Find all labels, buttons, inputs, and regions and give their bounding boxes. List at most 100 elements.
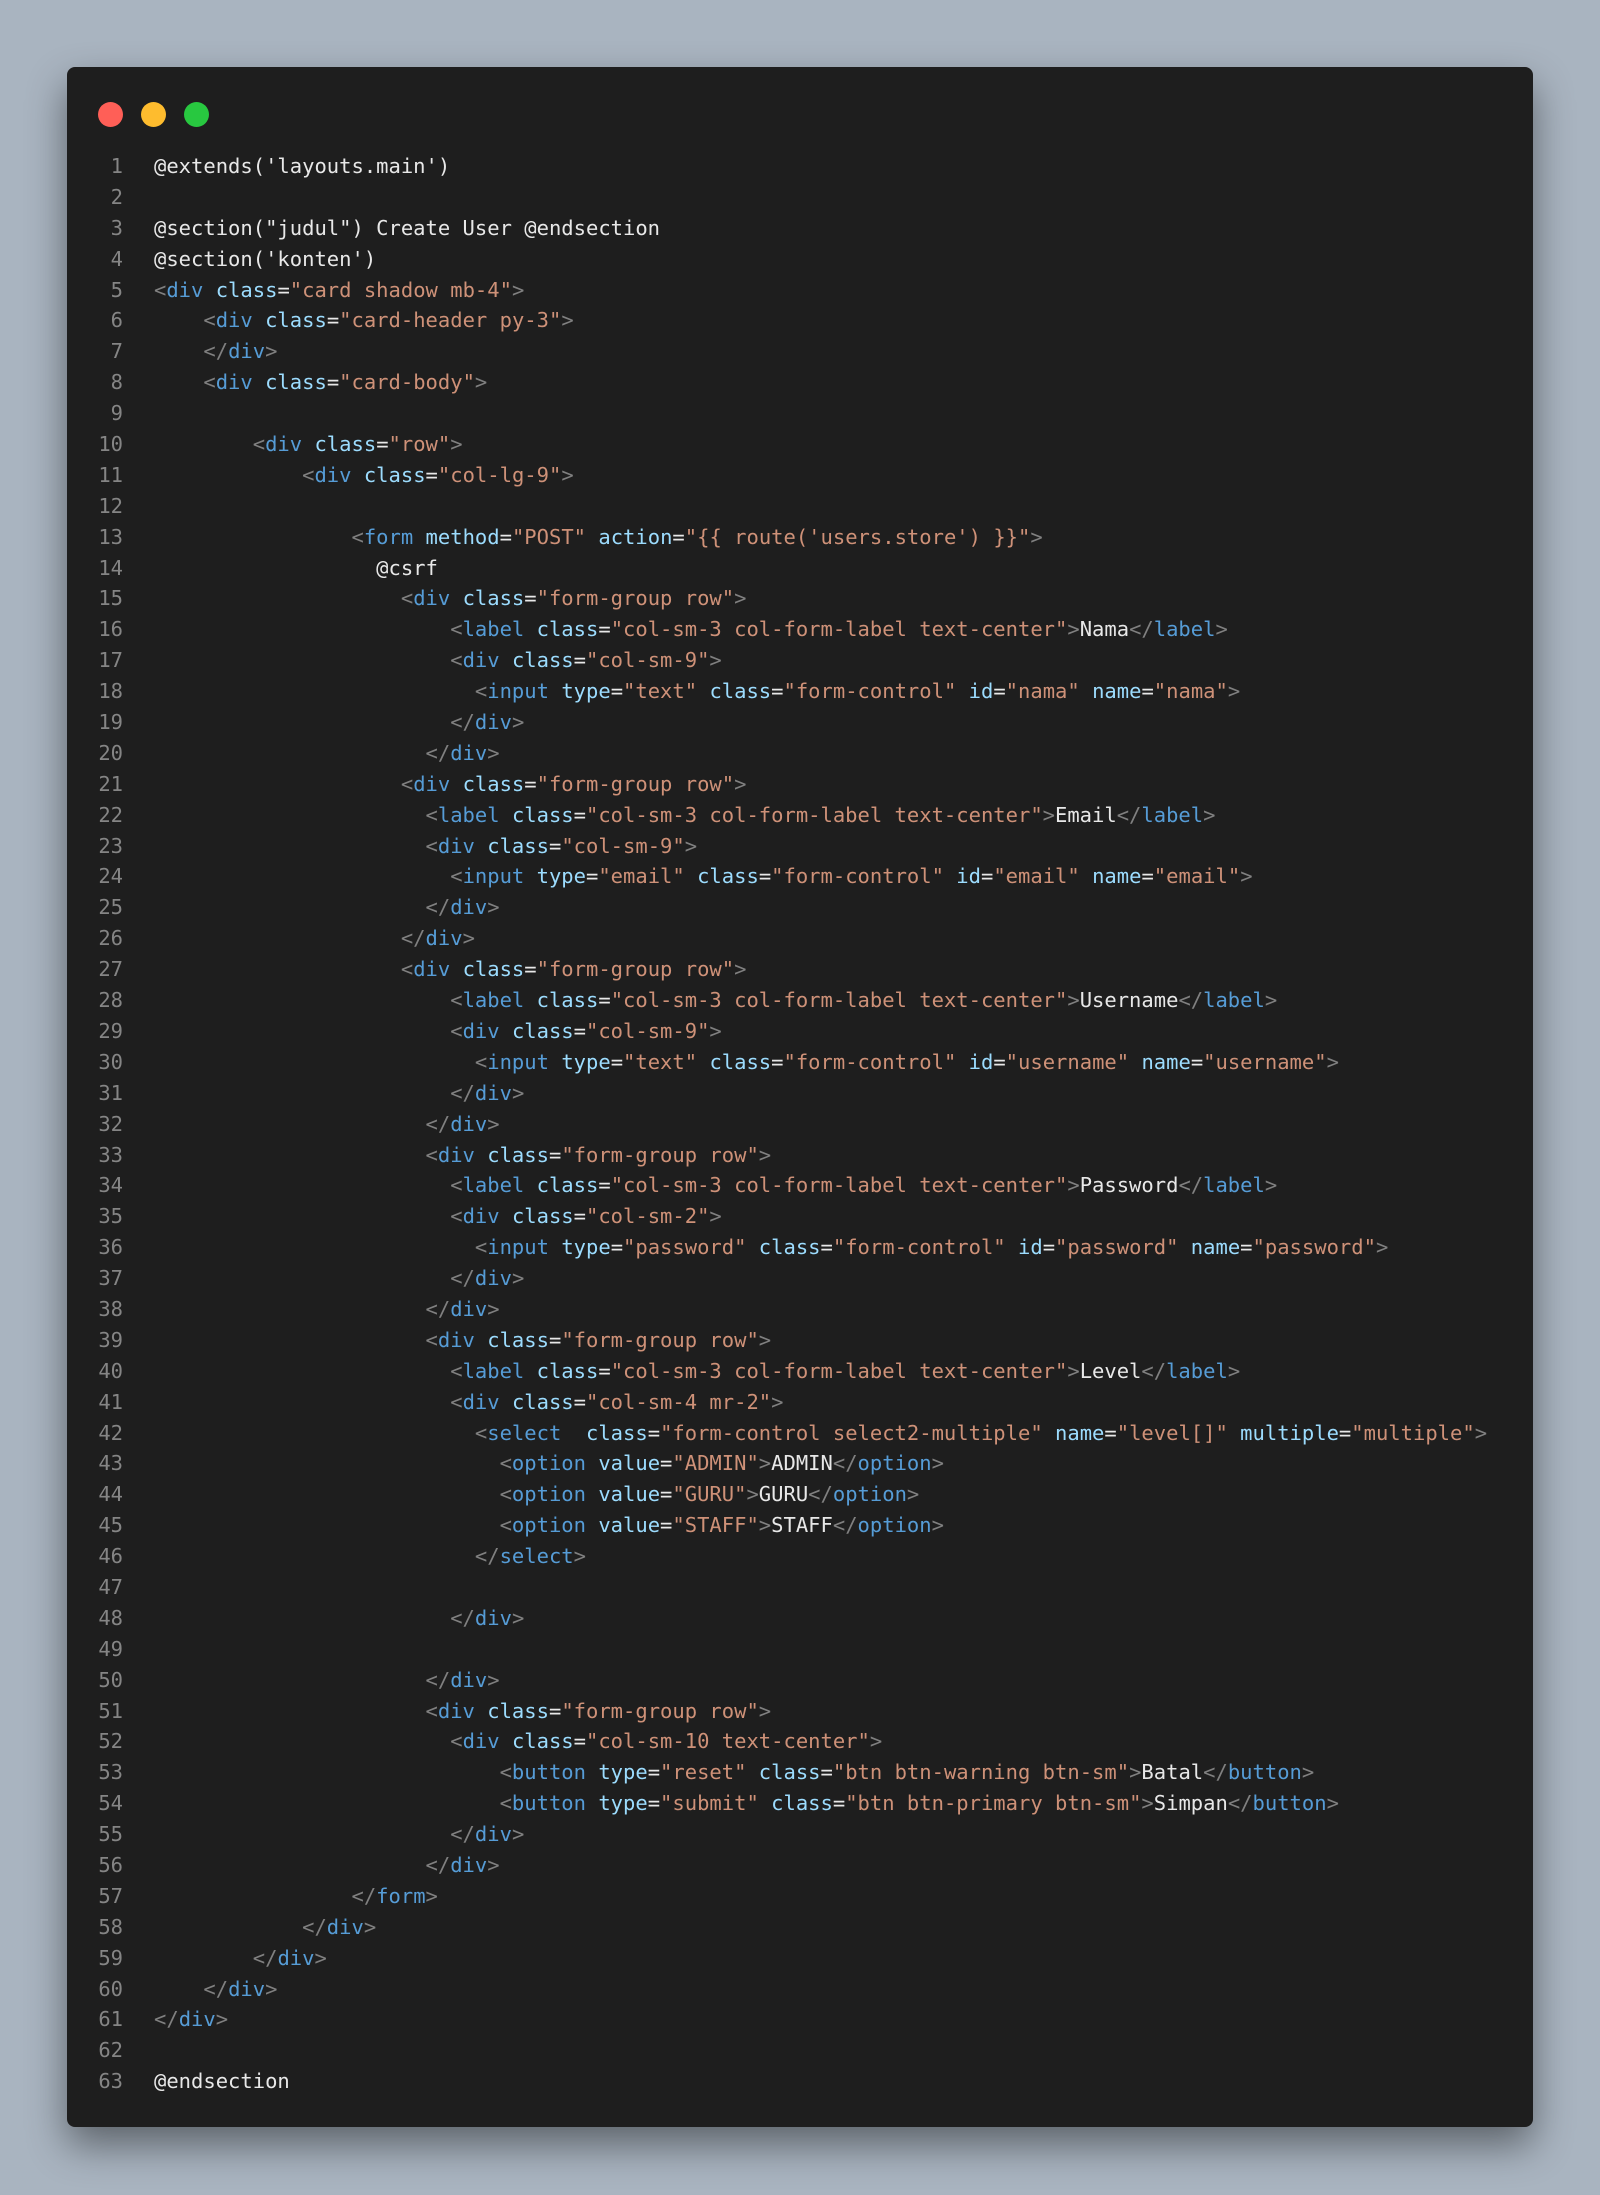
code-line: 10 <div class="row"> (67, 429, 1533, 460)
code-token: "col-sm-9" (586, 1018, 710, 1043)
code-token: </ (1129, 617, 1154, 642)
code-token: ADMIN (771, 1451, 833, 1476)
line-number: 11 (98, 462, 123, 487)
code-token: < (499, 1482, 512, 1507)
line-number: 13 (98, 524, 123, 549)
code-token: label (1141, 802, 1204, 827)
code-token: > (363, 1914, 377, 1939)
code-token: option (511, 1482, 586, 1507)
code-token: class (265, 308, 327, 333)
code-token: name (1055, 1420, 1105, 1445)
code-line: 46 </select> (67, 1541, 1533, 1572)
line-number: 25 (98, 895, 123, 920)
code-token: "nama" (1005, 679, 1080, 704)
code-line: 35 <div class="col-sm-2"> (67, 1201, 1533, 1232)
code-token: div (437, 1698, 475, 1723)
code-token: > (1067, 617, 1080, 642)
code-token: div (228, 339, 266, 364)
code-token: div (215, 308, 253, 333)
code-line: 56 </div> (67, 1850, 1533, 1881)
code-token: > (1042, 802, 1055, 827)
code-token: = (1042, 1235, 1056, 1260)
line-number: 18 (98, 679, 123, 704)
code-token: form (376, 1883, 426, 1908)
maximize-dot-icon[interactable] (184, 102, 209, 127)
code-token: method (425, 524, 500, 549)
code-token: div (474, 710, 512, 735)
code-token: @endsection (154, 2069, 290, 2094)
code-token: class (511, 1018, 574, 1043)
code-line: 31 </div> (67, 1078, 1533, 1109)
code-token: class (536, 988, 599, 1013)
code-token: > (511, 277, 525, 302)
code-token: > (1067, 1358, 1080, 1383)
code-line: 25 </div> (67, 892, 1533, 923)
line-text: @endsection (123, 2066, 290, 2097)
code-token: class (697, 864, 759, 889)
code-token: </ (425, 895, 451, 920)
code-line: 47 (67, 1572, 1533, 1603)
code-token: < (450, 648, 463, 673)
code-token: </ (203, 1976, 229, 2001)
code-token: > (265, 339, 278, 364)
code-token: > (1301, 1760, 1315, 1785)
code-token: = (548, 1142, 562, 1167)
code-token: "form-control" (783, 679, 957, 704)
code-token: "card-header py-3" (339, 308, 562, 333)
code-token: "col-sm-10 text-center" (586, 1729, 870, 1754)
code-token: > (314, 1945, 327, 1970)
code-token: label (437, 802, 500, 827)
code-token: label (1153, 617, 1216, 642)
line-number: 56 (98, 1852, 123, 1877)
code-token: </ (425, 740, 451, 765)
code-token: class (314, 432, 377, 457)
code-line: 9 (67, 398, 1533, 429)
line-number: 45 (98, 1513, 123, 1538)
code-token: </ (425, 1852, 451, 1877)
line-text: </div> (123, 707, 524, 738)
code-token: value (598, 1513, 661, 1538)
code-token: > (931, 1513, 944, 1538)
line-number: 17 (98, 648, 123, 673)
code-token: "STAFF" (672, 1513, 759, 1538)
code-token: "col-sm-9" (561, 833, 685, 858)
minimize-dot-icon[interactable] (141, 102, 166, 127)
code-token: "submit" (660, 1791, 759, 1816)
code-token: = (573, 648, 586, 673)
code-line: 41 <div class="col-sm-4 mr-2"> (67, 1387, 1533, 1418)
line-text: </div> (123, 1974, 277, 2005)
line-text: <label class="col-sm-3 col-form-label te… (123, 614, 1228, 645)
code-token: "col-sm-9" (586, 648, 710, 673)
code-token: value (598, 1482, 661, 1507)
code-token: = (771, 679, 784, 704)
code-token: > (771, 1389, 784, 1414)
code-token: < (474, 1049, 488, 1074)
line-number: 28 (98, 988, 123, 1013)
code-token: "form-control" (783, 1049, 957, 1074)
code-line: 3 @section("judul") Create User @endsecti… (67, 213, 1533, 244)
code-token: > (931, 1451, 944, 1476)
code-line: 15 <div class="form-group row"> (67, 583, 1533, 614)
code-token: > (1264, 988, 1278, 1013)
code-token: button (1227, 1760, 1302, 1785)
code-line: 19 </div> (67, 707, 1533, 738)
close-dot-icon[interactable] (98, 102, 123, 127)
code-token: class (265, 370, 327, 395)
code-token: </ (474, 1544, 500, 1569)
code-line: 34 <label class="col-sm-3 col-form-label… (67, 1170, 1533, 1201)
code-token: < (450, 1729, 463, 1754)
code-token: </ (203, 339, 229, 364)
line-number: 30 (98, 1049, 123, 1074)
